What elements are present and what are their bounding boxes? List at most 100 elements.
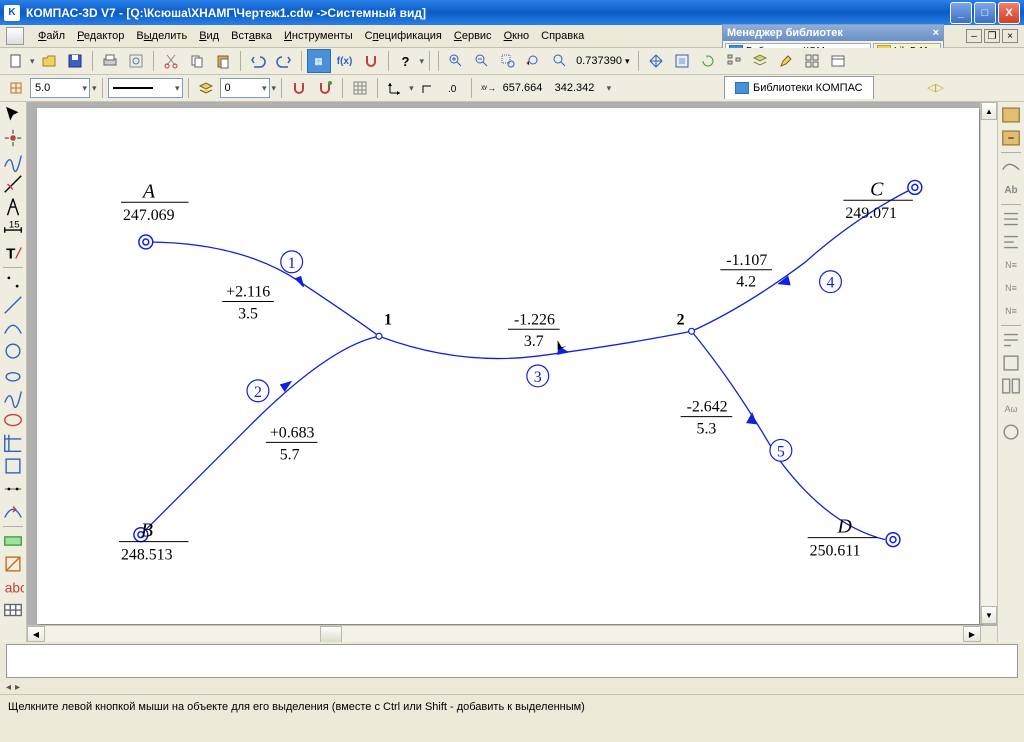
vtool-d[interactable] <box>2 340 24 362</box>
mdi-min[interactable]: – <box>966 29 982 43</box>
maximize-button[interactable]: □ <box>974 2 996 24</box>
vtool-k[interactable] <box>2 501 24 523</box>
minimize-button[interactable]: _ <box>950 2 972 24</box>
save-button[interactable] <box>63 49 87 73</box>
preview-button[interactable] <box>124 49 148 73</box>
zoom-prev-button[interactable] <box>522 49 546 73</box>
scrollbar-vertical[interactable]: ▲ ▼ <box>980 102 997 624</box>
cut-button[interactable] <box>159 49 183 73</box>
menu-view[interactable]: Вид <box>193 30 225 42</box>
rtool-c[interactable] <box>1000 156 1022 178</box>
scroll-down-icon[interactable]: ▼ <box>981 606 997 624</box>
rtool-i[interactable]: N≡ <box>1000 300 1022 322</box>
redo-button[interactable] <box>272 49 296 73</box>
scroll-right-icon[interactable]: ▶ <box>963 626 981 642</box>
menu-service[interactable]: Сервис <box>448 30 498 42</box>
vtool-i[interactable] <box>2 455 24 477</box>
zoom-in-button[interactable] <box>444 49 468 73</box>
rtool-b[interactable] <box>1000 127 1022 149</box>
rtool-m[interactable]: Aω <box>1000 398 1022 420</box>
dim-tool[interactable]: 15 <box>2 219 24 241</box>
menu-help[interactable]: Справка <box>535 30 590 42</box>
lib-next-icon[interactable]: ▷ <box>936 82 944 94</box>
vtool-g[interactable] <box>2 409 24 431</box>
undo-button[interactable] <box>246 49 270 73</box>
zoom-window-button[interactable] <box>496 49 520 73</box>
new-button[interactable] <box>4 49 28 73</box>
vtool-e[interactable] <box>2 363 24 385</box>
line2-tool[interactable] <box>2 173 24 195</box>
select-tool[interactable] <box>2 104 24 126</box>
scroll-up-icon[interactable]: ▲ <box>981 102 997 120</box>
vtool-b[interactable] <box>2 294 24 316</box>
lcs-button[interactable] <box>383 76 407 100</box>
regen-button[interactable] <box>696 49 720 73</box>
rtool-j[interactable] <box>1000 329 1022 351</box>
step-input[interactable]: 5.0 <box>30 78 90 98</box>
spline-tool[interactable] <box>2 150 24 172</box>
menu-file[interactable]: ФФайлайл <box>32 30 71 42</box>
fx-button[interactable]: f(x) <box>333 49 357 73</box>
edit-obj-button[interactable] <box>774 49 798 73</box>
tab-next-icon[interactable]: ▸ <box>15 682 20 693</box>
vtool-a[interactable] <box>2 271 24 293</box>
rtool-g[interactable]: N≡ <box>1000 254 1022 276</box>
calc-button[interactable]: ▦ <box>307 49 331 73</box>
menu-tools[interactable]: Инструменты <box>278 30 359 42</box>
style-select[interactable] <box>108 78 183 98</box>
zoom-out-button[interactable] <box>470 49 494 73</box>
layer-select[interactable]: 0 <box>220 78 270 98</box>
copy-button[interactable] <box>185 49 209 73</box>
round-button[interactable]: .0 <box>442 76 466 100</box>
menu-window[interactable]: Окно <box>498 30 536 42</box>
zoom-value[interactable]: 0.737390 ▾ <box>574 55 633 67</box>
grid-button[interactable] <box>348 76 372 100</box>
rtool-e[interactable] <box>1000 208 1022 230</box>
close-button[interactable]: X <box>998 2 1020 24</box>
mdi-close[interactable]: × <box>1002 29 1018 43</box>
menu-insert[interactable]: Вставка <box>225 30 278 42</box>
lib-prev-icon[interactable]: ◁ <box>927 82 935 94</box>
drawing-canvas[interactable]: 1 2 3 4 5 1 2 A 247.069 B 248.513 C 249 <box>37 108 979 624</box>
scroll-left-icon[interactable]: ◀ <box>27 626 45 642</box>
fit-button[interactable] <box>670 49 694 73</box>
rtool-a[interactable] <box>1000 104 1022 126</box>
point-tool[interactable] <box>2 127 24 149</box>
layers-button[interactable] <box>748 49 772 73</box>
rtool-k[interactable] <box>1000 352 1022 374</box>
vtool-f[interactable] <box>2 386 24 408</box>
rtool-n[interactable] <box>1000 421 1022 443</box>
tree-button[interactable] <box>722 49 746 73</box>
rtool-f[interactable] <box>1000 231 1022 253</box>
vtool-c[interactable] <box>2 317 24 339</box>
vtool-m[interactable] <box>2 553 24 575</box>
help-button[interactable]: ? <box>394 49 418 73</box>
libmgr-close-icon[interactable]: × <box>933 27 939 39</box>
pan-button[interactable] <box>644 49 668 73</box>
magnet2-button[interactable] <box>287 76 311 100</box>
tab-prev-icon[interactable]: ◂ <box>6 682 11 693</box>
menu-select[interactable]: Выделить <box>130 30 193 42</box>
scrollbar-horizontal[interactable]: ◀ ▶ <box>27 625 981 642</box>
lib-tab[interactable]: Библиотеки КОМПАС <box>724 76 874 99</box>
rtool-l[interactable] <box>1000 375 1022 397</box>
rtool-h[interactable]: N≡ <box>1000 277 1022 299</box>
compass-tool[interactable] <box>2 196 24 218</box>
print-button[interactable] <box>98 49 122 73</box>
vtool-l[interactable] <box>2 530 24 552</box>
paste-button[interactable] <box>211 49 235 73</box>
vtool-j[interactable] <box>2 478 24 500</box>
open-button[interactable] <box>37 49 61 73</box>
menu-spec[interactable]: Спецификация <box>359 30 448 42</box>
mdi-restore[interactable]: ❐ <box>984 29 1000 43</box>
props-button[interactable] <box>826 49 850 73</box>
vtool-n[interactable]: abc <box>2 576 24 598</box>
rtool-d[interactable]: Ab <box>1000 179 1022 201</box>
frames-button[interactable] <box>800 49 824 73</box>
vtool-o[interactable] <box>2 599 24 621</box>
vtool-h[interactable] <box>2 432 24 454</box>
menu-edit[interactable]: Редактор <box>71 30 130 42</box>
magnet-button[interactable] <box>359 49 383 73</box>
magnet3-button[interactable] <box>313 76 337 100</box>
text-tool[interactable]: T <box>2 242 24 264</box>
